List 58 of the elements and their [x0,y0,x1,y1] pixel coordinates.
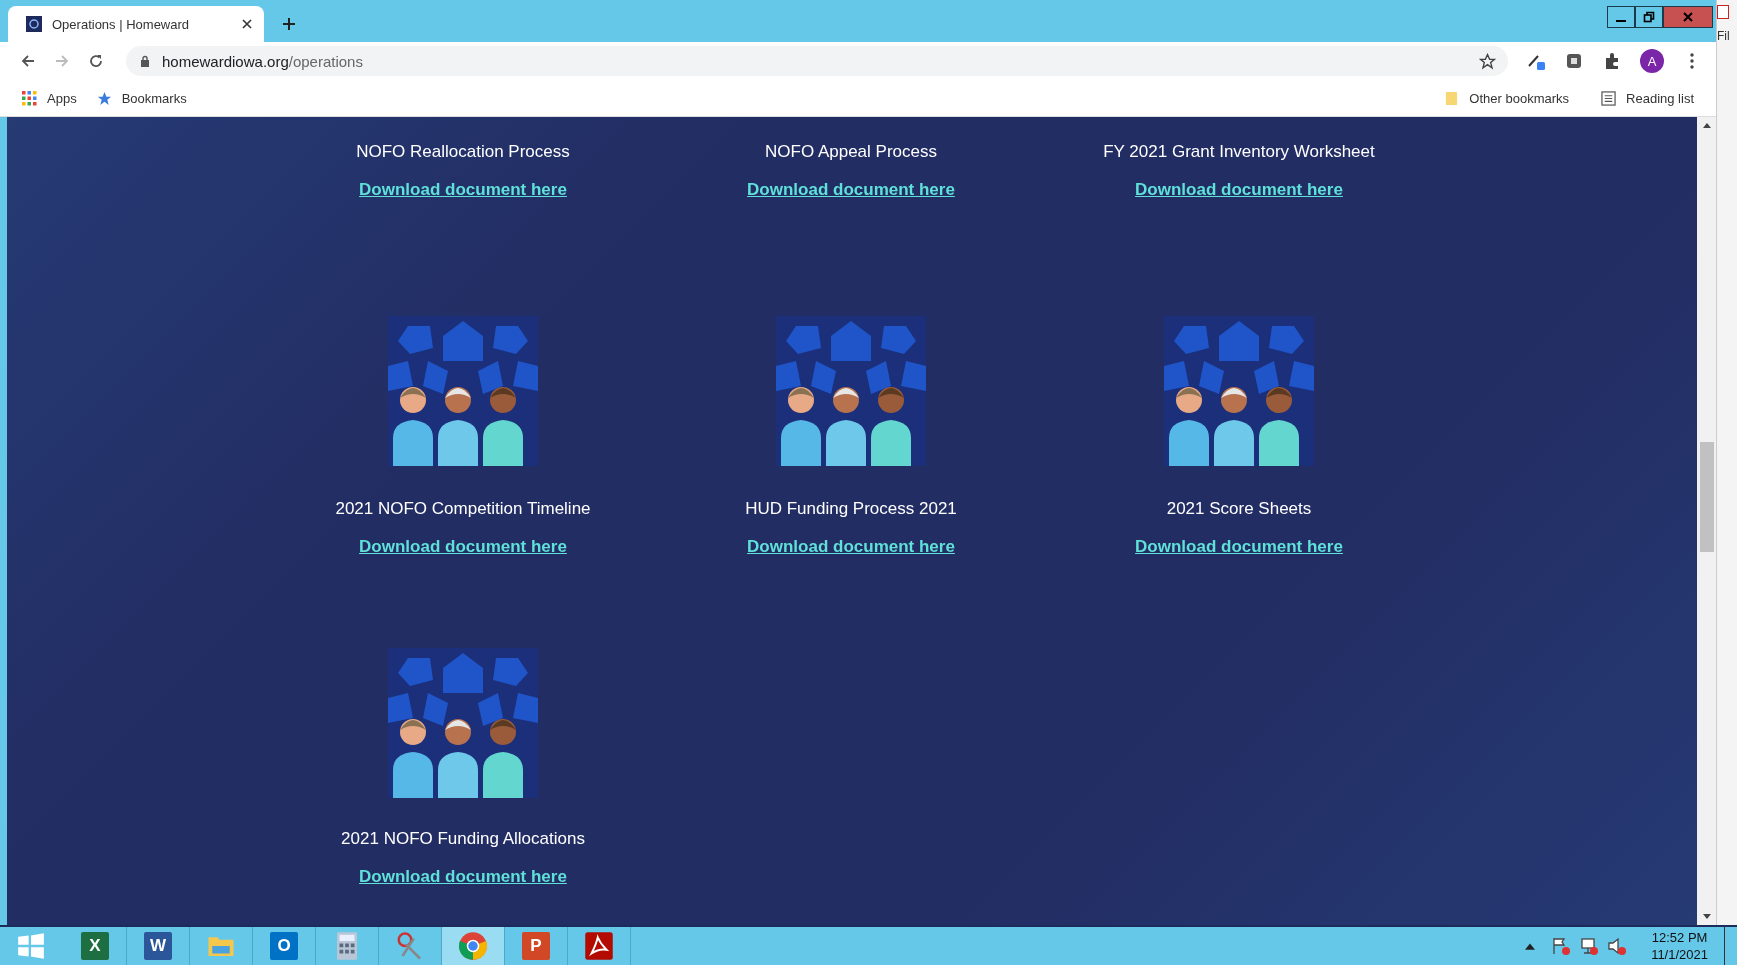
document-title: 2021 NOFO Funding Allocations [341,829,585,849]
scrollbar-thumb[interactable] [1700,442,1714,552]
extension-icon[interactable] [1564,51,1584,71]
document-title: HUD Funding Process 2021 [745,499,957,519]
show-hidden-icons-icon[interactable] [1525,942,1536,950]
lock-icon [140,55,150,67]
excel-app-button[interactable]: X [64,927,127,965]
bookmark-link[interactable]: Bookmarks [121,90,187,106]
document-title: NOFO Appeal Process [765,142,937,162]
speaker-icon[interactable] [1607,936,1628,956]
download-link[interactable]: Download document here [359,180,567,200]
clock-date[interactable]: 11/1/2021 [1651,946,1708,963]
star-icon [96,90,112,106]
reading-list-icon [1601,90,1617,106]
scroll-up-icon[interactable] [1703,123,1711,128]
word-app-button[interactable]: W [127,927,190,965]
bookmark-link[interactable]: Reading list [1626,90,1694,106]
restore-icon [1643,11,1655,23]
profile-avatar[interactable]: A [1640,49,1664,73]
restore-button[interactable] [1635,6,1663,28]
new-tab-icon[interactable] [282,17,296,31]
download-link[interactable]: Download document here [747,537,955,557]
download-link[interactable]: Download document here [359,867,567,887]
document-title: NOFO Reallocation Process [356,142,570,162]
close-button[interactable] [1663,6,1713,28]
browser-tab[interactable]: Operations | Homeward [8,6,264,42]
bookmark-link[interactable]: Other bookmarks [1469,90,1570,106]
download-link[interactable]: Download document here [747,180,955,200]
pdf-reader-icon [584,931,614,961]
download-link[interactable]: Download document here [1135,180,1343,200]
bookmark-link[interactable]: Apps [47,90,77,106]
flag-icon[interactable] [1551,936,1572,956]
folder-icon [1444,90,1460,106]
window-text: Fil [1717,29,1730,43]
apps-grid-icon[interactable] [22,90,37,106]
minimize-button[interactable] [1607,6,1635,28]
bookmark-star-icon[interactable] [1479,52,1496,70]
powerpoint-app-button[interactable]: P [505,927,568,965]
outlook-app-button[interactable]: O [253,927,316,965]
close-icon[interactable] [242,19,252,29]
scrollbar[interactable] [1697,117,1716,925]
browser-logo-icon [458,931,488,961]
clock-time[interactable]: 12:52 PM [1651,929,1708,946]
minimize-icon [1615,20,1627,22]
document-title: FY 2021 Grant Inventory Worksheet [1103,142,1375,162]
site-logo-icon [26,16,42,32]
reload-icon[interactable] [88,53,104,69]
download-link[interactable]: Download document here [359,537,567,557]
back-icon[interactable] [20,53,36,69]
document-title: 2021 Score Sheets [1166,499,1312,519]
address-field[interactable]: homewardiowa.org/operations [126,46,1508,76]
chrome-app-button[interactable] [442,927,505,965]
close-icon [1682,11,1694,23]
document-title: 2021 NOFO Competition Timeline [335,499,591,519]
windows-start-icon[interactable] [17,932,45,960]
scroll-down-icon[interactable] [1703,914,1711,919]
download-link[interactable]: Download document here [1135,537,1343,557]
network-icon[interactable] [1579,936,1600,956]
